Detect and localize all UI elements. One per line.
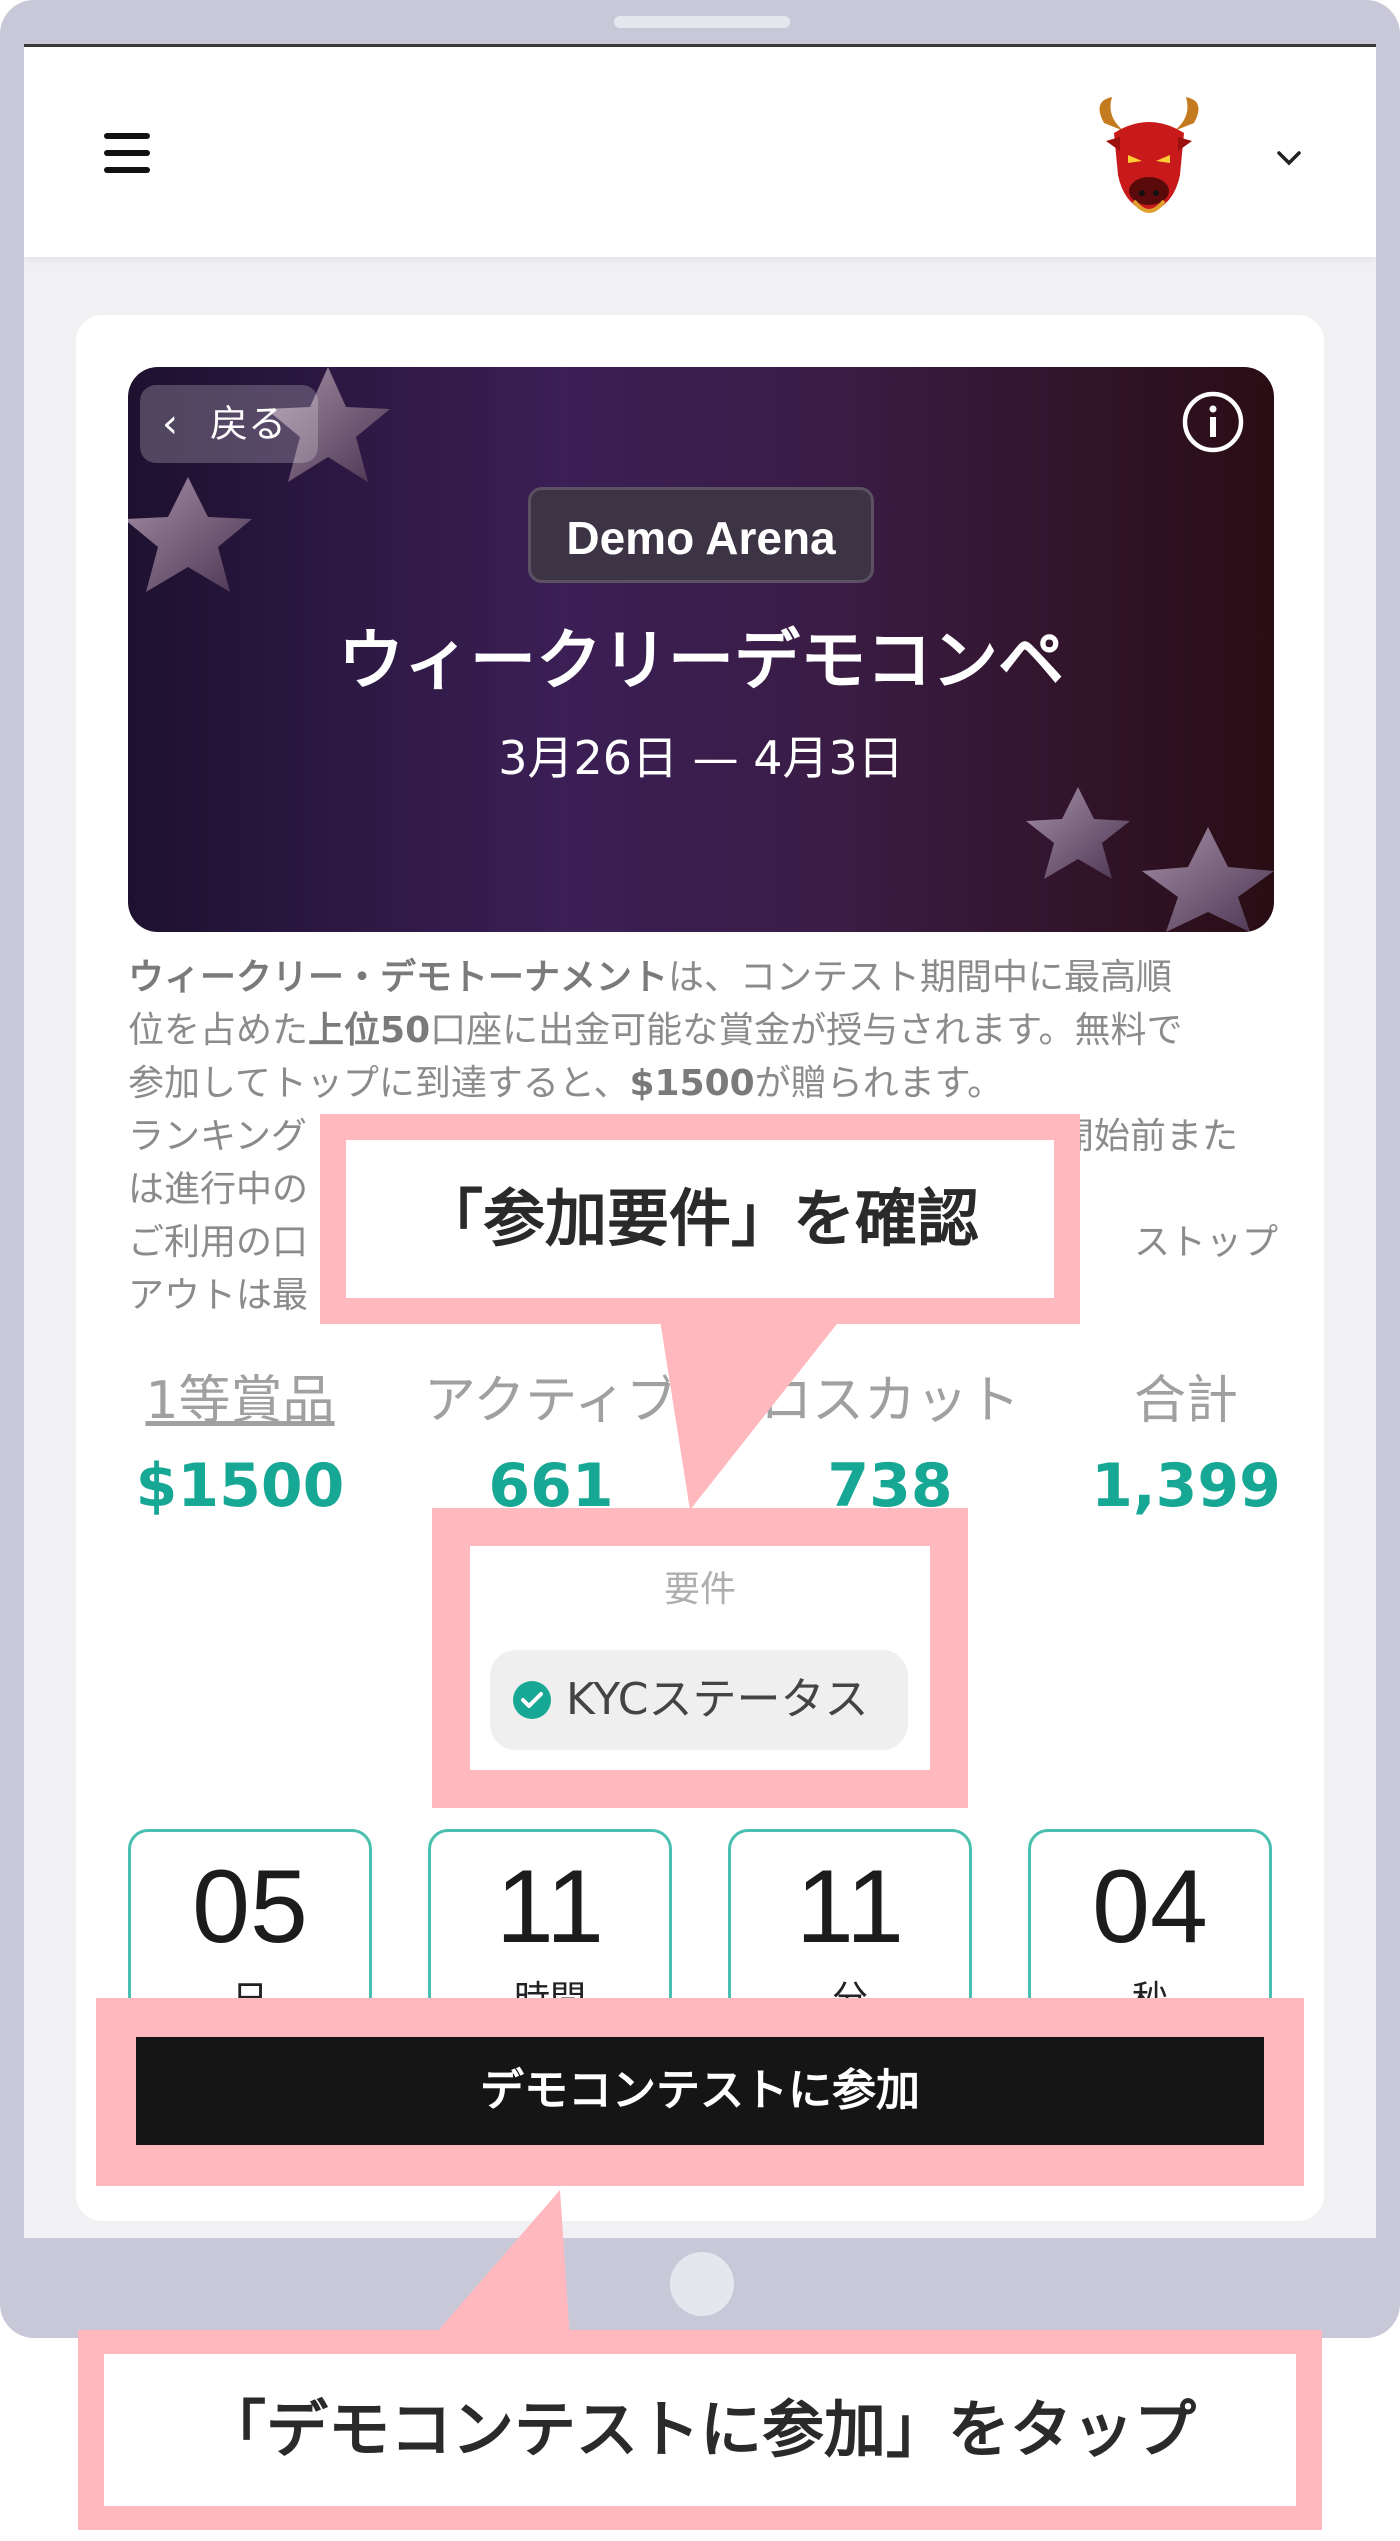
- stat-label: 1等賞品: [145, 1371, 335, 1431]
- chevron-down-icon[interactable]: [1274, 143, 1304, 173]
- description-text: 参加してトップに到達すると、: [128, 1063, 630, 1104]
- stat-first-prize[interactable]: 1等賞品 $1500: [120, 1358, 360, 1521]
- check-circle-icon: [513, 1681, 551, 1719]
- description-bold: ウィークリー・デモトーナメント: [128, 957, 669, 998]
- description-text: ストップ: [1134, 1222, 1279, 1263]
- countdown-value: 04: [1092, 1849, 1208, 1965]
- join-contest-button[interactable]: デモコンテストに参加: [136, 2037, 1264, 2145]
- countdown-value: 05: [192, 1849, 308, 1965]
- back-label: 戻る: [210, 402, 287, 446]
- countdown-value: 11: [796, 1849, 904, 1965]
- description-text: 開始前また: [1058, 1116, 1239, 1157]
- chevron-left-icon: ‹: [162, 401, 178, 447]
- back-button[interactable]: ‹ 戻る: [140, 385, 318, 463]
- description-text: 口座に出金可能な賞金が授与されます。無料で: [430, 1010, 1183, 1051]
- requirements-heading: 要件: [663, 1569, 736, 1610]
- device-speaker: [614, 16, 790, 28]
- stat-value: $1500: [135, 1451, 345, 1521]
- bull-avatar-icon[interactable]: [1084, 93, 1214, 223]
- info-icon[interactable]: [1180, 389, 1246, 455]
- callout-pointer: [660, 1320, 840, 1510]
- description-text: は進行中の: [128, 1169, 309, 1210]
- stat-value: 1,399: [1091, 1451, 1281, 1521]
- description-text: アウトは最: [128, 1275, 309, 1316]
- contest-dates: 3月26日 — 4月3日: [498, 731, 904, 785]
- countdown-value: 11: [496, 1849, 604, 1965]
- description-text: 位を占めた: [128, 1010, 309, 1051]
- top-bar: [24, 47, 1376, 257]
- description-text: は、コンテスト期間中に最高順: [668, 957, 1173, 998]
- callout-pointer: [430, 2190, 570, 2340]
- callout-requirements-text: 「参加要件」を確認: [346, 1140, 1054, 1298]
- description-text: ランキング: [128, 1116, 307, 1157]
- description-text: ご利用の口: [128, 1222, 309, 1263]
- callout-join-text: 「デモコンテストに参加」をタップ: [104, 2354, 1296, 2506]
- stat-label: 合計: [1133, 1371, 1238, 1431]
- kyc-status-label: KYCステータス: [566, 1674, 869, 1725]
- description-text: が贈られます。: [754, 1063, 1004, 1104]
- contest-banner: ‹ 戻る Demo Arena ウィークリーデモコンペ 3月26日 — 4月3日: [128, 367, 1274, 932]
- description-bold: $1500: [629, 1063, 755, 1104]
- description-bold: 上位50: [308, 1010, 431, 1051]
- requirements-panel: 要件 KYCステータス: [470, 1546, 930, 1770]
- contest-title: ウィークリーデモコンペ: [338, 622, 1064, 699]
- home-button: [670, 2252, 734, 2316]
- kyc-status-chip[interactable]: KYCステータス: [490, 1650, 908, 1750]
- hamburger-icon[interactable]: [104, 133, 150, 173]
- demo-arena-badge: Demo Arena: [528, 487, 874, 583]
- stat-total: 合計 1,399: [1076, 1358, 1296, 1521]
